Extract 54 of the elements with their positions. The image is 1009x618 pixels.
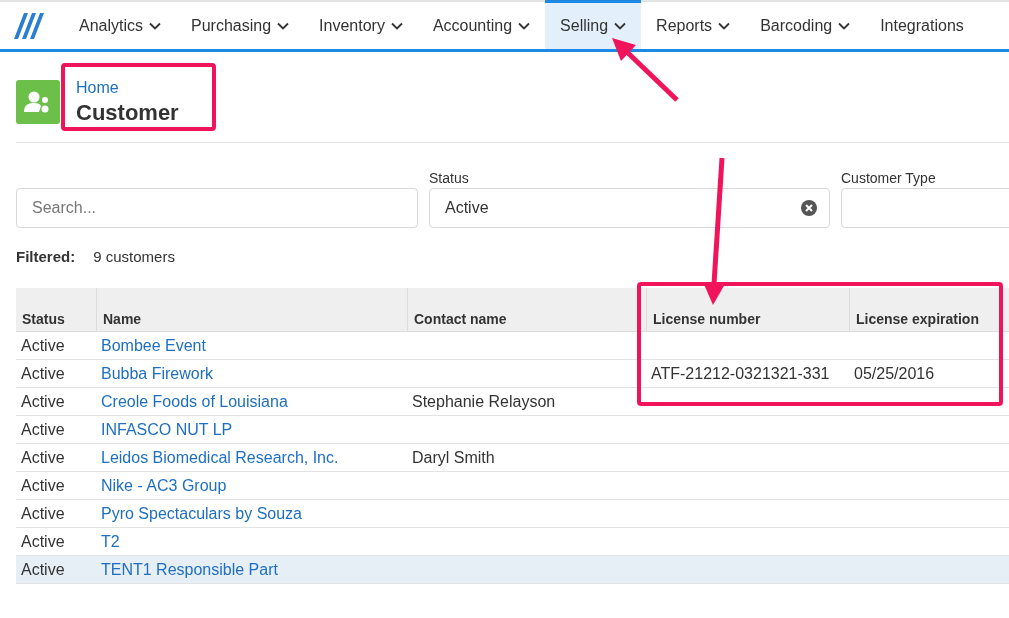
contact-cell-text: Daryl Smith [411,448,496,467]
table-row[interactable]: Active Leidos Biomedical Research, Inc. Daryl Smith [16,444,1009,472]
table-row[interactable]: Active Pyro Spectaculars by Souza [16,500,1009,528]
customer-name-link[interactable]: Bombee Event [96,336,407,355]
table-row[interactable]: Active TENT1 Responsible Part [16,556,1009,584]
status-cell-text: Active [20,532,66,551]
table-row[interactable]: Active Nike - AC3 Group [16,472,1009,500]
status-cell-text: Active [20,336,66,355]
status-cell-text: Active [20,504,66,523]
status-cell-text: Active [20,364,66,383]
status-cell-text: Active [20,448,66,467]
logo-icon[interactable] [14,13,44,39]
column-header[interactable]: Status [16,288,96,331]
status-cell-text: Active [20,476,66,495]
clear-icon[interactable] [801,200,817,216]
table-row[interactable]: Active Bombee Event [16,332,1009,360]
pointer-arrow [612,38,679,102]
table-row[interactable]: Active INFASCO NUT LP [16,416,1009,444]
page-title: Customer [76,100,179,126]
filter-count: 9 customers [93,248,175,265]
customer-name-link[interactable]: Leidos Biomedical Research, Inc. [96,448,407,467]
customer-name-link[interactable]: Nike - AC3 Group [96,476,407,495]
nav-menu-item[interactable]: Integrations [865,0,979,49]
nav-menu-item[interactable]: Barcoding [745,0,866,49]
table-row[interactable]: Active Bubba Firework ATF-21212-0321321-331 05/25/2016 [16,360,1009,388]
license-number-cell-text: ATF-21212-0321321-331 [650,364,831,383]
field-label: Status [429,169,470,188]
nav-menu-item[interactable]: Selling [545,0,642,49]
customer-name-link[interactable]: Creole Foods of Louisiana [96,392,407,411]
nav-menu-item[interactable]: Accounting [417,0,546,49]
customer-name-link[interactable]: T2 [96,532,407,551]
customer-name-link[interactable]: TENT1 Responsible Part [96,560,407,579]
status-cell-text: Active [20,420,66,439]
table-row[interactable]: Active Creole Foods of Louisiana Stephanie Relayson [16,388,1009,416]
nav-menu-item[interactable]: Analytics [64,0,177,49]
column-header[interactable]: License expiration [849,288,1009,331]
customer-name-link[interactable]: INFASCO NUT LP [96,420,407,439]
search-field[interactable]: Search... [16,188,418,228]
column-header[interactable]: Contact name [407,288,646,331]
nav-menu-item[interactable]: Purchasing [176,0,305,49]
status-cell-text: Active [20,392,66,411]
nav-menu-item[interactable]: Inventory [304,0,418,49]
column-header[interactable]: Name [96,288,407,331]
field-label: Customer Type [841,169,937,188]
status-cell-text: Active [20,560,66,579]
customers-icon [16,80,60,124]
license-expiration-cell-text: 05/25/2016 [853,364,936,383]
breadcrumb-link[interactable]: Home [76,79,179,97]
status-select[interactable]: Active [429,188,830,228]
contact-cell-text: Stephanie Relayson [411,392,557,411]
nav-menu-item[interactable]: Reports [641,0,746,49]
filter-label: Filtered: [16,248,76,265]
customer-name-link[interactable]: Bubba Firework [96,364,407,383]
customer-name-link[interactable]: Pyro Spectaculars by Souza [96,504,407,523]
